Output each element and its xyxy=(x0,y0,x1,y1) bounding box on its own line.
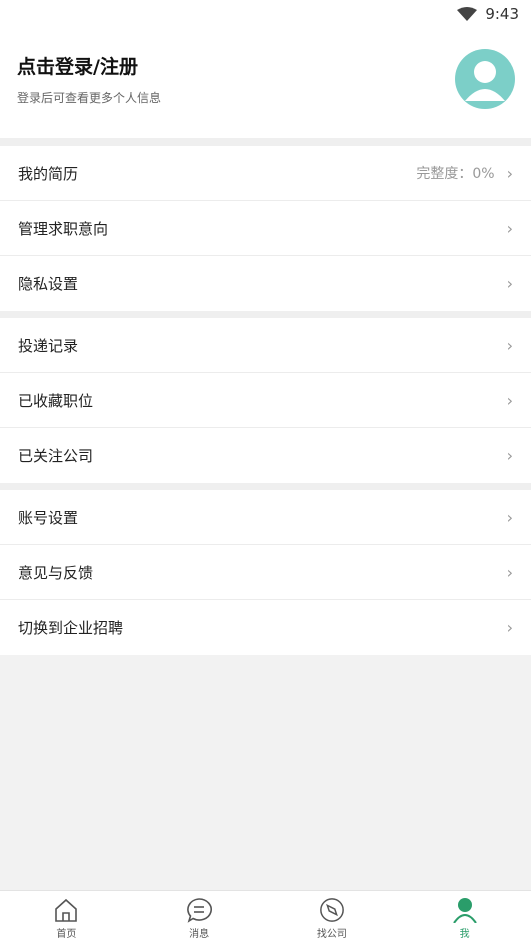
menu-item-label: 意见与反馈 xyxy=(18,563,94,582)
chevron-right-icon: › xyxy=(506,218,513,238)
avatar-person-icon xyxy=(465,61,505,101)
login-header[interactable]: 点击登录/注册 登录后可查看更多个人信息 xyxy=(0,28,531,138)
menu-item-job-intention[interactable]: 管理求职意向 › xyxy=(0,201,531,256)
chevron-right-icon: › xyxy=(506,446,513,465)
login-subtitle: 登录后可查看更多个人信息 xyxy=(17,91,162,105)
chevron-right-icon: › xyxy=(506,274,513,293)
tab-label: 首页 xyxy=(56,929,77,940)
chevron-right-icon: › xyxy=(506,335,513,355)
compass-icon xyxy=(319,898,344,922)
menu-item-feedback[interactable]: 意见与反馈 › xyxy=(0,545,531,600)
menu-item-switch-enterprise[interactable]: 切换到企业招聘 › xyxy=(0,600,531,655)
menu-group-3: 账号设置 › 意见与反馈 › 切换到企业招聘 › xyxy=(0,490,531,655)
menu-item-label: 已关注公司 xyxy=(18,447,94,465)
avatar[interactable] xyxy=(455,49,515,109)
menu-item-label: 管理求职意向 xyxy=(18,219,109,238)
status-bar: 9:43 xyxy=(0,0,531,28)
menu-item-resume[interactable]: 我的简历 完整度：0% › xyxy=(0,146,531,201)
person-icon xyxy=(452,898,477,923)
menu-item-label: 账号设置 xyxy=(18,508,79,527)
chevron-right-icon: › xyxy=(506,163,513,183)
menu-group-2: 投递记录 › 已收藏职位 › 已关注公司 › xyxy=(0,318,531,483)
resume-completeness: 完整度：0% xyxy=(416,166,495,182)
menu-item-label: 已收藏职位 xyxy=(18,391,94,410)
wifi-icon xyxy=(457,7,478,21)
tab-label: 我 xyxy=(459,929,470,940)
menu-item-applications[interactable]: 投递记录 › xyxy=(0,318,531,373)
tab-label: 消息 xyxy=(189,929,210,940)
tab-find-company[interactable]: 找公司 xyxy=(292,897,372,940)
home-icon xyxy=(55,898,78,922)
message-icon xyxy=(187,898,213,923)
chevron-right-icon: › xyxy=(506,562,513,582)
menu-item-privacy[interactable]: 隐私设置 › xyxy=(0,256,531,311)
menu-item-label: 切换到企业招聘 xyxy=(18,619,124,637)
menu-item-label: 隐私设置 xyxy=(18,275,79,293)
tab-me[interactable]: 我 xyxy=(425,897,505,940)
menu-item-saved-jobs[interactable]: 已收藏职位 › xyxy=(0,373,531,428)
menu-item-label: 我的简历 xyxy=(18,164,79,183)
menu-group-1: 我的简历 完整度：0% › 管理求职意向 › 隐私设置 › xyxy=(0,146,531,311)
chevron-right-icon: › xyxy=(506,507,513,527)
tab-label: 找公司 xyxy=(316,929,347,940)
login-title[interactable]: 点击登录/注册 xyxy=(17,52,161,79)
login-text: 点击登录/注册 登录后可查看更多个人信息 xyxy=(17,52,161,106)
bottom-tab-bar: 首页 消息 找公司 我 xyxy=(0,890,531,946)
menu-item-followed-companies[interactable]: 已关注公司 › xyxy=(0,428,531,483)
chevron-right-icon: › xyxy=(506,618,513,637)
chevron-right-icon: › xyxy=(506,390,513,410)
tab-home[interactable]: 首页 xyxy=(26,897,106,940)
menu-item-account-settings[interactable]: 账号设置 › xyxy=(0,490,531,545)
status-time: 9:43 xyxy=(485,5,519,23)
tab-messages[interactable]: 消息 xyxy=(159,897,239,940)
menu-item-label: 投递记录 xyxy=(18,336,79,355)
